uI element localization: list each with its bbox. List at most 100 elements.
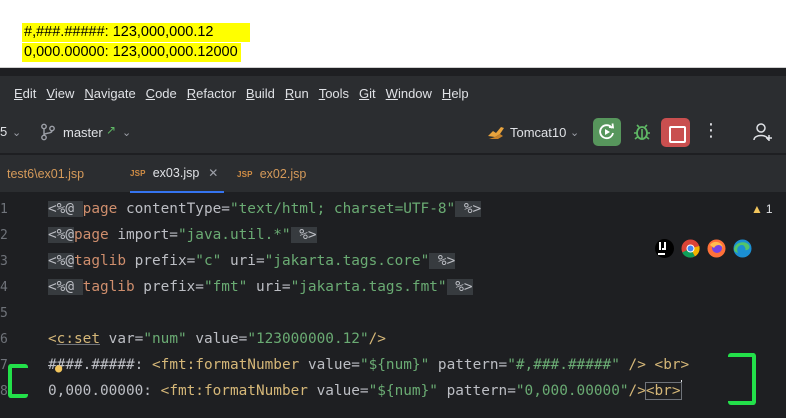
menu-tools[interactable]: Tools: [319, 86, 349, 101]
menu-accel: R: [284, 85, 295, 101]
run-config-selector[interactable]: Tomcat10: [510, 125, 566, 140]
firefox-icon[interactable]: [707, 239, 726, 258]
menu-accel: E: [14, 85, 23, 101]
directive-open: <%@: [48, 227, 74, 243]
tag-bracket: <: [48, 331, 57, 347]
tab-ex02[interactable]: JSP ex02.jsp: [237, 155, 306, 193]
attribute-value: "java.util.*": [177, 227, 291, 243]
attribute-name: pattern=: [437, 383, 516, 399]
attribute-value: "${num}": [359, 357, 430, 373]
directive-open: <%@: [48, 201, 83, 217]
intellij-icon[interactable]: [655, 239, 674, 258]
tag-name: c:set: [56, 331, 100, 347]
text-caret: [680, 380, 683, 398]
menu-git[interactable]: Git: [359, 86, 376, 101]
menu-label: it: [369, 85, 376, 101]
menu-edit[interactable]: Edit: [14, 86, 36, 101]
output-line-1: #,###.#####: 123,000,000.12: [22, 23, 250, 42]
tab-label: test6\ex01.jsp: [7, 167, 85, 181]
rerun-button[interactable]: [593, 118, 621, 146]
chevron-down-icon[interactable]: ⌄: [570, 126, 579, 139]
attribute-name: value=: [186, 331, 248, 347]
tab-test6-ex01[interactable]: test6\ex01.jsp: [7, 155, 84, 193]
attribute-value: "${num}": [368, 383, 438, 399]
attribute-value: "jakarta.tags.fmt": [290, 279, 447, 295]
debug-button[interactable]: [628, 118, 656, 146]
attribute-name: value=: [307, 383, 369, 399]
directive-close: %>: [290, 227, 317, 243]
close-icon[interactable]: ✕: [208, 166, 218, 180]
directive-keyword: taglib: [82, 279, 135, 295]
warning-icon: ▲: [751, 202, 763, 216]
menu-label: ode: [155, 85, 177, 101]
attribute-value: "123000000.12": [247, 331, 369, 347]
attribute-name: uri=: [247, 279, 291, 295]
menu-accel: V: [46, 85, 55, 101]
attribute-value: "#,###.#####": [507, 357, 620, 373]
menu-run[interactable]: Run: [285, 86, 309, 101]
tomcat-icon: [488, 127, 504, 139]
tag-close: />: [368, 331, 386, 347]
code-line-2: <%@page import="java.util.*" %>: [48, 222, 317, 248]
tab-ex03[interactable]: JSP ex03.jsp ✕: [130, 155, 225, 193]
branch-selector[interactable]: master: [63, 125, 103, 140]
chrome-icon[interactable]: [681, 239, 700, 258]
code-line-1: <%@ page contentType="text/html; charset…: [48, 196, 482, 222]
menu-label: elp: [451, 85, 469, 101]
tab-label: ex03.jsp: [152, 166, 200, 180]
chevron-down-icon[interactable]: ⌄: [122, 126, 131, 139]
chevron-down-icon[interactable]: ⌄: [12, 126, 21, 139]
attribute-value: "text/html; charset=UTF-8": [229, 201, 456, 217]
menu-accel: G: [359, 85, 370, 101]
attribute-name: var=: [100, 331, 144, 347]
line-number: 5: [0, 306, 8, 321]
br-tag: <br>: [644, 382, 682, 400]
jsp-file-icon: JSP: [237, 169, 253, 179]
project-widget[interactable]: 5: [0, 124, 7, 139]
menu-accel: N: [84, 85, 94, 101]
line-number: 3: [0, 254, 8, 269]
directive-open: <%@: [48, 279, 83, 295]
directive-open: <%@: [48, 253, 74, 269]
editor-tabbar: test6\ex01.jsp JSP ex03.jsp ✕ JSP ex02.j…: [0, 155, 786, 193]
attribute-value: "c": [195, 253, 222, 269]
template-text: 0,000.00000:: [48, 383, 161, 399]
more-vertical-icon[interactable]: ⋮: [702, 120, 720, 144]
menu-accel: H: [441, 85, 452, 101]
menu-code[interactable]: Code: [146, 86, 177, 101]
menu-label: avigate: [93, 85, 136, 101]
directive-keyword: page: [74, 227, 109, 243]
add-user-icon[interactable]: [752, 120, 774, 144]
attribute-name: value=: [299, 357, 360, 373]
tab-label: ex02.jsp: [259, 167, 307, 181]
browser-output-panel: #,###.#####: 123,000,000.12 0,000.00000:…: [0, 0, 786, 68]
bug-icon: [634, 124, 650, 140]
rerun-icon: [599, 123, 615, 140]
attribute-name: import=: [108, 227, 178, 243]
tag-bracket: <: [160, 383, 170, 399]
menu-help[interactable]: Help: [442, 86, 469, 101]
tag-bracket: <: [151, 357, 161, 373]
menu-navigate[interactable]: Navigate: [84, 86, 135, 101]
code-line-4: <%@ taglib prefix="fmt" uri="jakarta.tag…: [48, 274, 473, 300]
menu-label: iew: [54, 85, 75, 101]
jsp-file-icon: JSP: [130, 168, 146, 178]
menu-label: un: [294, 85, 309, 101]
stop-button[interactable]: [661, 118, 690, 147]
menu-window[interactable]: Window: [386, 86, 432, 101]
push-arrow-icon: ↗: [106, 123, 117, 137]
menu-refactor[interactable]: Refactor: [187, 86, 236, 101]
directive-close: %>: [429, 253, 456, 269]
code-editor[interactable]: 1 2 3 4 5 6 7 8 ▲ 1 <%@ page contentType=…: [0, 194, 786, 418]
main-toolbar: 5 ⌄ master ↗ ⌄ Tomcat10 ⌄ ⋮: [0, 110, 786, 154]
menu-build[interactable]: Build: [246, 86, 275, 101]
inspection-widget[interactable]: ▲ 1: [751, 202, 773, 216]
menu-view[interactable]: View: [46, 86, 74, 101]
edge-icon[interactable]: [733, 239, 752, 258]
menu-accel: C: [145, 85, 156, 101]
template-text: ###.#####:: [56, 357, 152, 373]
menu-accel: B: [245, 85, 255, 101]
menu-label: efactor: [196, 85, 236, 101]
attribute-value: "fmt": [203, 279, 248, 295]
menu-label: dit: [22, 85, 37, 101]
